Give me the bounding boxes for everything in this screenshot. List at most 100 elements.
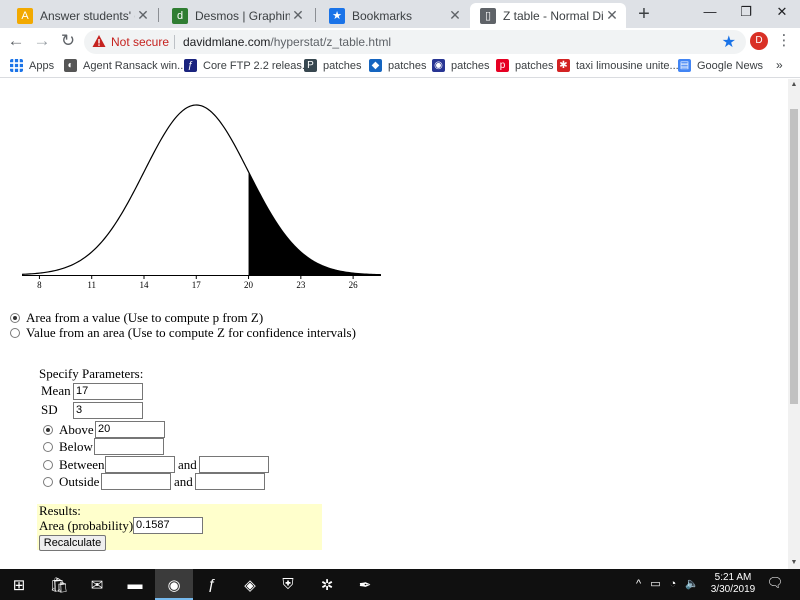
scroll-down-icon[interactable]: ▼	[788, 557, 800, 569]
mode-value-from-area[interactable]: Value from an area (Use to compute Z for…	[10, 325, 356, 341]
warning-icon[interactable]	[92, 34, 106, 48]
tab-2[interactable]: d Desmos | Graphing Calcu✕	[162, 3, 312, 28]
reload-icon: ↻	[60, 31, 76, 50]
new-tab-button[interactable]: +	[632, 3, 656, 25]
bookmark-apps[interactable]: Apps	[10, 59, 54, 72]
outside-label: Outside	[59, 474, 100, 489]
outlook-icon[interactable]: ◈	[231, 569, 269, 600]
store-icon[interactable]: 🛍	[40, 569, 78, 600]
mode-label-value: Value from an area (Use to compute Z for…	[26, 325, 356, 340]
above-radio[interactable]	[43, 425, 53, 435]
bookmark-item[interactable]: ◐ Agent Ransack win...	[64, 59, 186, 72]
between-label: Between	[59, 457, 105, 472]
below-label: Below	[59, 439, 93, 454]
page-icon: ▯	[480, 7, 496, 24]
above-label: Above	[59, 422, 94, 437]
tab-1[interactable]: A Answer students' questio✕	[7, 3, 157, 28]
address-bar[interactable]: Not secure davidmlane.com/hyperstat/z_ta…	[84, 30, 746, 54]
scroll-thumb[interactable]	[790, 109, 798, 404]
bookmark-item[interactable]: ◉ patches	[432, 59, 490, 72]
mail-icon[interactable]: ✉	[78, 569, 116, 600]
option-above[interactable]: Above	[43, 422, 94, 438]
clock-time: 5:21 AM	[714, 572, 752, 583]
patches-drop-icon: ◆	[369, 59, 382, 72]
sd-input[interactable]: 3	[73, 402, 143, 419]
option-between[interactable]: Between	[43, 457, 104, 473]
taskbar-clock[interactable]: 5:21 AM 3/30/2019	[708, 572, 758, 596]
menu-kebab-icon[interactable]: ⋮	[776, 31, 792, 53]
params-heading: Specify Parameters:	[39, 366, 144, 381]
yelp-icon: ✱	[557, 59, 570, 72]
forward-arrow-icon: →	[33, 31, 51, 50]
system-tray[interactable]: ^ ▭ ◔ 🔈	[636, 577, 702, 590]
gear-app-icon[interactable]: ✲	[308, 569, 346, 600]
more-bookmarks-button[interactable]: »	[776, 58, 783, 72]
restore-button[interactable]: ❐	[728, 0, 764, 26]
bookmark-item[interactable]: p patches	[496, 59, 554, 72]
bookmark-item[interactable]: Ppatches	[304, 59, 362, 72]
bookmark-star-icon[interactable]: ★	[722, 32, 736, 52]
x-tick-label: 20	[244, 280, 254, 290]
outside-and-label: and	[174, 474, 193, 489]
chrome-icon[interactable]: ◉	[155, 569, 193, 600]
url-text[interactable]: davidmlane.com/hyperstat/z_table.html	[183, 35, 391, 49]
option-below[interactable]: Below	[43, 439, 93, 455]
forward-button[interactable]: →	[30, 30, 54, 54]
url-host: davidmlane.com	[183, 35, 271, 49]
minimize-button[interactable]: —	[692, 0, 728, 26]
answers-site-icon: A	[17, 7, 33, 24]
browser-toolbar: ← → ↻ Not secure davidmlane.com/hypersta…	[0, 28, 800, 56]
notifications-icon[interactable]: 🗨1	[766, 575, 784, 593]
tab-title: Z table - Normal Distribu	[503, 8, 604, 23]
scroll-up-icon[interactable]: ▲	[788, 79, 800, 91]
close-window-button[interactable]: ✕	[764, 0, 800, 26]
tab-3[interactable]: ★ Bookmarks ✕	[319, 3, 469, 28]
tab-4[interactable]: ▯ Z table - Normal Distribu✕	[470, 3, 626, 28]
close-tab-icon[interactable]: ✕	[290, 7, 306, 24]
bookmark-item[interactable]: ▤ Google News	[678, 59, 763, 72]
bookmark-label: Core FTP 2.2 releas...	[203, 59, 312, 72]
outside-radio[interactable]	[43, 477, 53, 487]
reload-button[interactable]: ↻	[56, 30, 80, 54]
between-radio[interactable]	[43, 460, 53, 470]
below-radio[interactable]	[43, 442, 53, 452]
close-tab-icon[interactable]: ✕	[135, 7, 151, 24]
mode-radio-value[interactable]	[10, 328, 20, 338]
recalculate-button[interactable]: Recalculate	[39, 535, 106, 551]
between-low-input[interactable]	[105, 456, 175, 473]
patches-p-icon: P	[304, 59, 317, 72]
between-and-label: and	[178, 457, 197, 472]
close-tab-icon[interactable]: ✕	[604, 7, 620, 24]
file-explorer-icon[interactable]: ▬	[116, 569, 154, 600]
bookmark-item[interactable]: ◆ patches	[369, 59, 427, 72]
firefox-dev-icon[interactable]: ƒ	[193, 569, 231, 600]
below-input[interactable]	[94, 438, 164, 455]
pen-app-icon[interactable]: ✒	[346, 569, 384, 600]
back-button[interactable]: ←	[4, 30, 28, 54]
bookmark-item[interactable]: ✱ taxi limousine unite...	[557, 59, 679, 72]
between-high-input[interactable]	[199, 456, 269, 473]
page-content: 8 11 14 17 20 23 26 Area from a value (Use to …	[0, 79, 788, 569]
coreftp-icon: ƒ	[184, 59, 197, 72]
density-curve	[21, 104, 382, 276]
x-tick-label: 17	[192, 280, 202, 290]
security-status[interactable]: Not secure	[111, 35, 169, 49]
tab-strip: AAnswer students' questio✕dDesmos | Grap…	[0, 0, 800, 28]
mode-radio-area[interactable]	[10, 313, 20, 323]
tab-separator	[315, 8, 316, 22]
windows-start-icon[interactable]: ⊞	[0, 569, 38, 600]
security-shield-icon[interactable]: ⛨	[269, 569, 307, 600]
outside-high-input[interactable]	[195, 473, 265, 490]
option-outside[interactable]: Outside	[43, 474, 99, 490]
area-output[interactable]: 0.1587	[133, 517, 203, 534]
bookmark-item[interactable]: ƒ Core FTP 2.2 releas...	[184, 59, 311, 72]
vertical-scrollbar[interactable]: ▲ ▼	[788, 79, 800, 569]
mode-area-from-value[interactable]: Area from a value (Use to compute p from…	[10, 310, 263, 326]
mean-input[interactable]: 17	[73, 383, 143, 400]
above-input[interactable]: 20	[95, 421, 165, 438]
apps-grid-icon	[10, 59, 23, 72]
close-tab-icon[interactable]: ✕	[447, 7, 463, 24]
profile-avatar[interactable]: D	[750, 32, 768, 50]
back-arrow-icon: ←	[7, 31, 25, 50]
outside-low-input[interactable]	[101, 473, 171, 490]
